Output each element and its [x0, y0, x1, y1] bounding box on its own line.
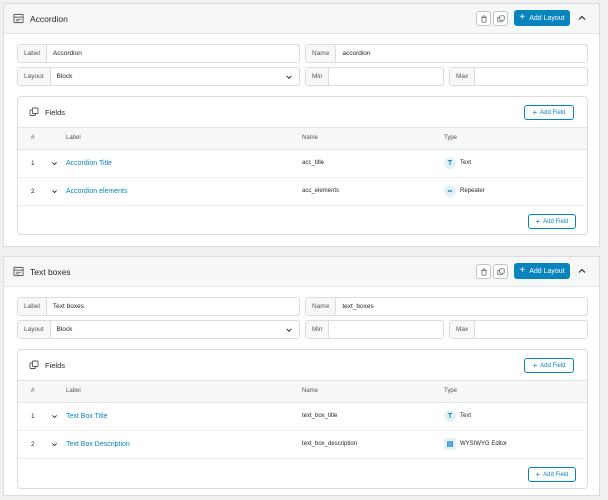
- delete-layout-button[interactable]: [476, 11, 491, 26]
- chevron-down-icon: [286, 75, 292, 79]
- fields-panel: Fields + Add Field # Label Name Type 1 Te…: [17, 349, 588, 489]
- layout-type-select[interactable]: Layout Block: [17, 67, 300, 86]
- add-field-button-top[interactable]: + Add Field: [524, 358, 574, 373]
- field-name: acc_title: [302, 160, 325, 166]
- layout-text-boxes: Text boxes + Add Layout Label Text boxes …: [3, 256, 600, 496]
- layout-header[interactable]: Text boxes + Add Layout: [4, 257, 599, 287]
- fields-icon: [29, 107, 39, 116]
- fields-table-header: # Label Name Type: [18, 381, 587, 403]
- field-type: Text: [460, 160, 472, 166]
- layout-min-input[interactable]: Min: [305, 67, 444, 86]
- chevron-down-icon: [286, 328, 292, 332]
- layout-max-input[interactable]: Max: [449, 67, 588, 86]
- field-label-link[interactable]: Accordion Title: [66, 160, 112, 167]
- field-name: acc_elements: [302, 188, 340, 194]
- layout-title: Accordion: [30, 14, 68, 24]
- layout-name-input[interactable]: Name accordion: [305, 44, 588, 63]
- fields-panel: Fields + Add Field # Label Name Type 1 Ac…: [17, 96, 588, 235]
- column-num: #: [31, 135, 35, 141]
- delete-layout-button[interactable]: [476, 264, 491, 279]
- field-name: text_box_description: [302, 441, 358, 447]
- layout-accordion: Accordion + Add Layout Label Accordion Na…: [3, 3, 600, 247]
- fields-header: Fields + Add Field: [18, 350, 587, 381]
- chevron-down-icon[interactable]: [51, 413, 58, 420]
- layout-title: Text boxes: [30, 267, 71, 277]
- column-name: Name: [302, 388, 319, 394]
- text-type-icon: T: [444, 410, 456, 422]
- layout-type-select[interactable]: Layout Block: [17, 320, 300, 339]
- plus-icon: +: [519, 12, 526, 23]
- table-row[interactable]: 1 Accordion Title acc_title T Text: [18, 150, 587, 178]
- trash-icon: [480, 267, 487, 276]
- field-label-link[interactable]: Accordion elements: [66, 188, 127, 195]
- column-label: Label: [66, 135, 81, 141]
- plus-icon: +: [532, 107, 538, 117]
- layout-header[interactable]: Accordion + Add Layout: [4, 4, 599, 34]
- field-name: text_box_title: [302, 413, 338, 419]
- table-row[interactable]: 2 Accordion elements acc_elements ∞ Repe…: [18, 178, 587, 206]
- wysiwyg-type-icon: ▤: [444, 438, 456, 450]
- plus-icon: +: [535, 469, 541, 479]
- chevron-down-icon[interactable]: [51, 188, 58, 195]
- text-type-icon: T: [444, 157, 456, 169]
- column-type: Type: [444, 135, 458, 141]
- fields-title: Fields: [45, 108, 66, 117]
- duplicate-layout-button[interactable]: [493, 11, 508, 26]
- add-field-button-top[interactable]: + Add Field: [524, 105, 574, 120]
- plus-icon: +: [535, 216, 541, 226]
- layout-name-input[interactable]: Name text_boxes: [305, 297, 588, 316]
- chevron-down-icon[interactable]: [51, 160, 58, 167]
- trash-icon: [480, 14, 487, 23]
- column-num: #: [31, 388, 35, 394]
- table-row[interactable]: 2 Text Box Description text_box_descript…: [18, 431, 587, 459]
- layout-label-input[interactable]: Label Accordion: [17, 44, 300, 63]
- field-label-link[interactable]: Text Box Title: [66, 413, 108, 420]
- layout-icon: [13, 266, 24, 277]
- duplicate-icon: [496, 267, 505, 275]
- layout-icon: [13, 13, 24, 24]
- plus-icon: +: [532, 360, 538, 370]
- field-type: Repeater: [460, 188, 485, 194]
- column-type: Type: [444, 388, 458, 394]
- column-label: Label: [66, 388, 81, 394]
- fields-icon: [29, 360, 39, 369]
- chevron-down-icon[interactable]: [51, 441, 58, 448]
- add-layout-button[interactable]: + Add Layout: [514, 10, 570, 26]
- fields-header: Fields + Add Field: [18, 97, 587, 128]
- plus-icon: +: [519, 265, 526, 276]
- layout-min-input[interactable]: Min: [305, 320, 444, 339]
- fields-table-header: # Label Name Type: [18, 128, 587, 150]
- layout-max-input[interactable]: Max: [449, 320, 588, 339]
- table-row[interactable]: 1 Text Box Title text_box_title T Text: [18, 403, 587, 431]
- field-type: WYSIWYG Editor: [460, 441, 508, 447]
- duplicate-icon: [496, 14, 505, 22]
- layout-label-input[interactable]: Label Text boxes: [17, 297, 300, 316]
- field-label-link[interactable]: Text Box Description: [66, 441, 130, 448]
- chevron-up-icon[interactable]: [577, 266, 587, 276]
- duplicate-layout-button[interactable]: [493, 264, 508, 279]
- add-layout-button[interactable]: + Add Layout: [514, 263, 570, 279]
- repeater-type-icon: ∞: [444, 185, 456, 197]
- fields-title: Fields: [45, 361, 66, 370]
- add-field-button-bottom[interactable]: + Add Field: [528, 214, 576, 229]
- column-name: Name: [302, 135, 319, 141]
- add-field-button-bottom[interactable]: + Add Field: [528, 467, 576, 482]
- field-type: Text: [460, 413, 472, 419]
- chevron-up-icon[interactable]: [577, 13, 587, 23]
